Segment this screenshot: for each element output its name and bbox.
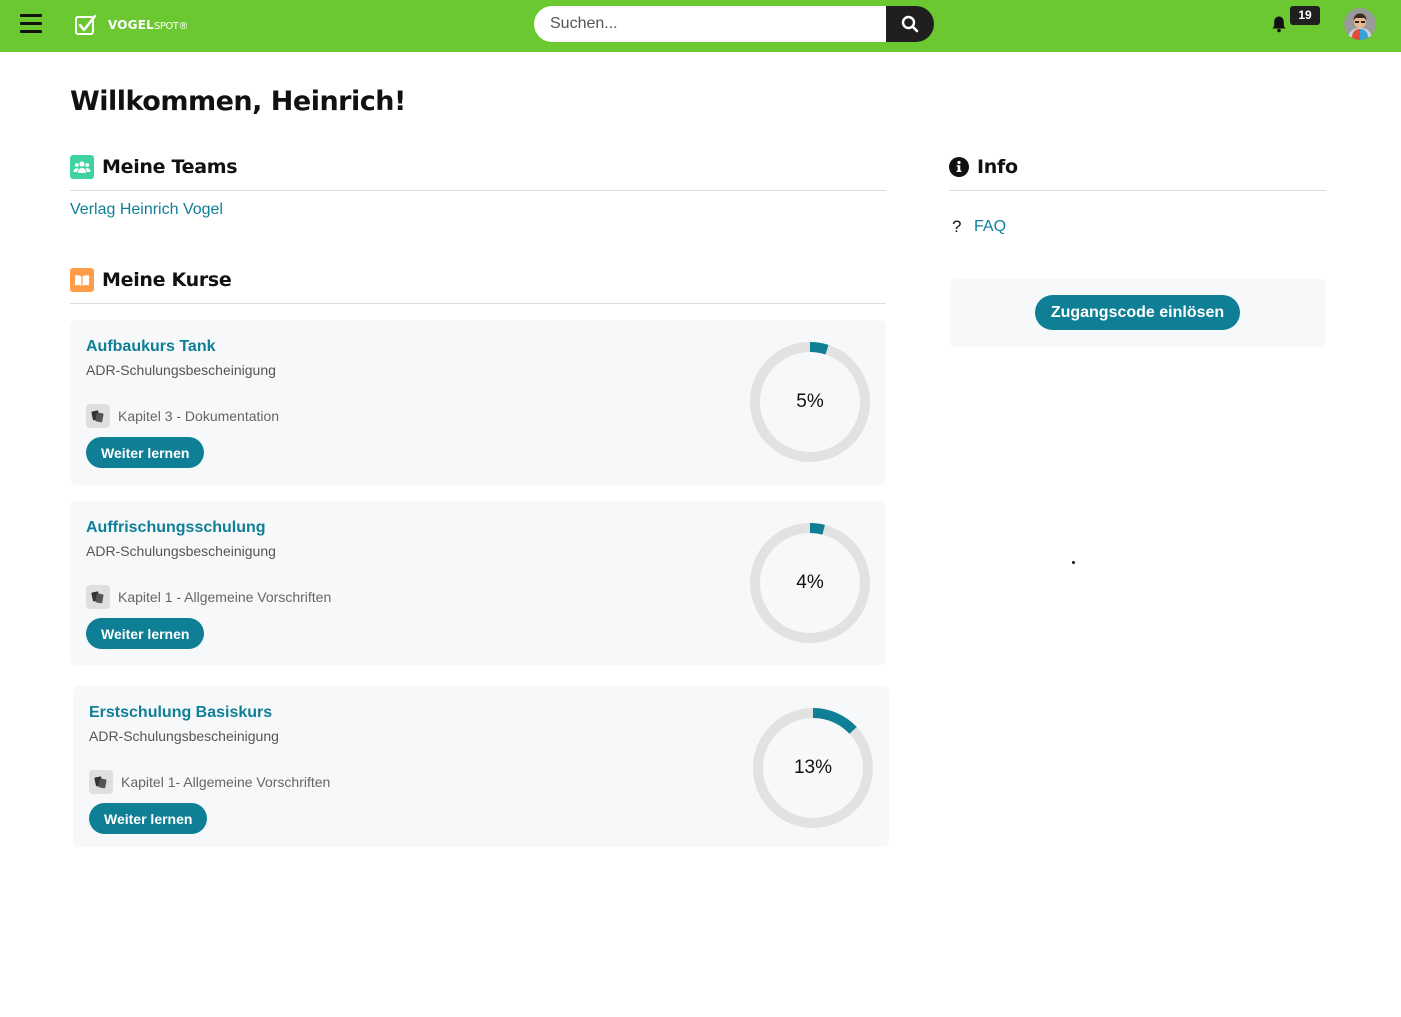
info-title: Info xyxy=(977,156,1018,178)
checkbox-logo-icon xyxy=(75,14,97,35)
chapter-info: Kapitel 3 - Dokumentation xyxy=(86,404,279,428)
continue-learning-button[interactable]: Weiter lernen xyxy=(89,803,208,834)
continue-learning-button[interactable]: Weiter lernen xyxy=(86,437,205,468)
book-icon xyxy=(70,268,94,292)
search-button[interactable] xyxy=(886,6,934,42)
chapter-info: Kapitel 1- Allgemeine Vorschriften xyxy=(89,770,330,794)
course-title[interactable]: Erstschulung Basiskurs xyxy=(89,704,272,722)
chapter-label: Kapitel 1 - Allgemeine Vorschriften xyxy=(118,589,332,605)
course-title[interactable]: Aufbaukurs Tank xyxy=(86,338,216,356)
menu-icon[interactable] xyxy=(20,14,42,34)
search-bar xyxy=(534,6,934,42)
info-icon xyxy=(949,157,969,177)
course-card: Aufbaukurs Tank ADR-Schulungsbescheinigu… xyxy=(70,320,886,485)
cursor-dot xyxy=(1072,561,1075,564)
course-card: Erstschulung Basiskurs ADR-Schulungsbesc… xyxy=(73,686,889,847)
course-subtitle: ADR-Schulungsbescheinigung xyxy=(86,543,276,559)
progress-ring: 13% xyxy=(751,706,875,830)
faq-link[interactable]: FAQ xyxy=(974,218,1006,236)
top-bar: VOGELSPOT® 19 xyxy=(0,0,1401,52)
chapter-icon xyxy=(86,404,110,428)
course-subtitle: ADR-Schulungsbescheinigung xyxy=(86,362,276,378)
course-title[interactable]: Auffrischungsschulung xyxy=(86,519,266,537)
info-header: Info xyxy=(949,154,1018,180)
teams-title: Meine Teams xyxy=(102,156,238,178)
chapter-label: Kapitel 1- Allgemeine Vorschriften xyxy=(121,774,331,790)
bell-icon[interactable] xyxy=(1270,15,1288,33)
avatar[interactable] xyxy=(1344,8,1376,40)
divider xyxy=(70,303,886,304)
notification-badge[interactable]: 19 xyxy=(1290,6,1320,25)
divider xyxy=(949,190,1326,191)
search-icon xyxy=(901,15,919,33)
faq-item[interactable]: ? FAQ xyxy=(952,217,1006,237)
user-avatar-icon xyxy=(1344,8,1376,40)
courses-title: Meine Kurse xyxy=(102,269,232,291)
divider xyxy=(70,190,886,191)
progress-label: 4% xyxy=(796,572,824,593)
logo-text: VOGELSPOT® xyxy=(108,18,188,32)
progress-ring: 4% xyxy=(748,521,872,645)
chapter-info: Kapitel 1 - Allgemeine Vorschriften xyxy=(86,585,331,609)
courses-header: Meine Kurse xyxy=(70,267,232,293)
continue-learning-button[interactable]: Weiter lernen xyxy=(86,618,205,649)
course-subtitle: ADR-Schulungsbescheinigung xyxy=(89,728,279,744)
question-icon: ? xyxy=(952,217,962,236)
users-icon xyxy=(70,155,94,179)
progress-label: 5% xyxy=(796,391,824,412)
chapter-icon xyxy=(89,770,113,794)
access-code-box: Zugangscode einlösen xyxy=(950,279,1326,347)
course-card: Auffrischungsschulung ADR-Schulungsbesch… xyxy=(70,501,886,665)
team-link[interactable]: Verlag Heinrich Vogel xyxy=(70,201,223,219)
progress-label: 13% xyxy=(793,757,833,778)
redeem-code-button[interactable]: Zugangscode einlösen xyxy=(1035,295,1240,330)
progress-ring: 5% xyxy=(748,340,872,464)
chapter-label: Kapitel 3 - Dokumentation xyxy=(118,408,280,424)
search-input[interactable] xyxy=(534,6,886,42)
logo[interactable]: VOGELSPOT® xyxy=(74,12,188,38)
chapter-icon xyxy=(86,585,110,609)
page-title: Willkommen, Heinrich! xyxy=(70,86,406,117)
teams-header: Meine Teams xyxy=(70,154,238,180)
